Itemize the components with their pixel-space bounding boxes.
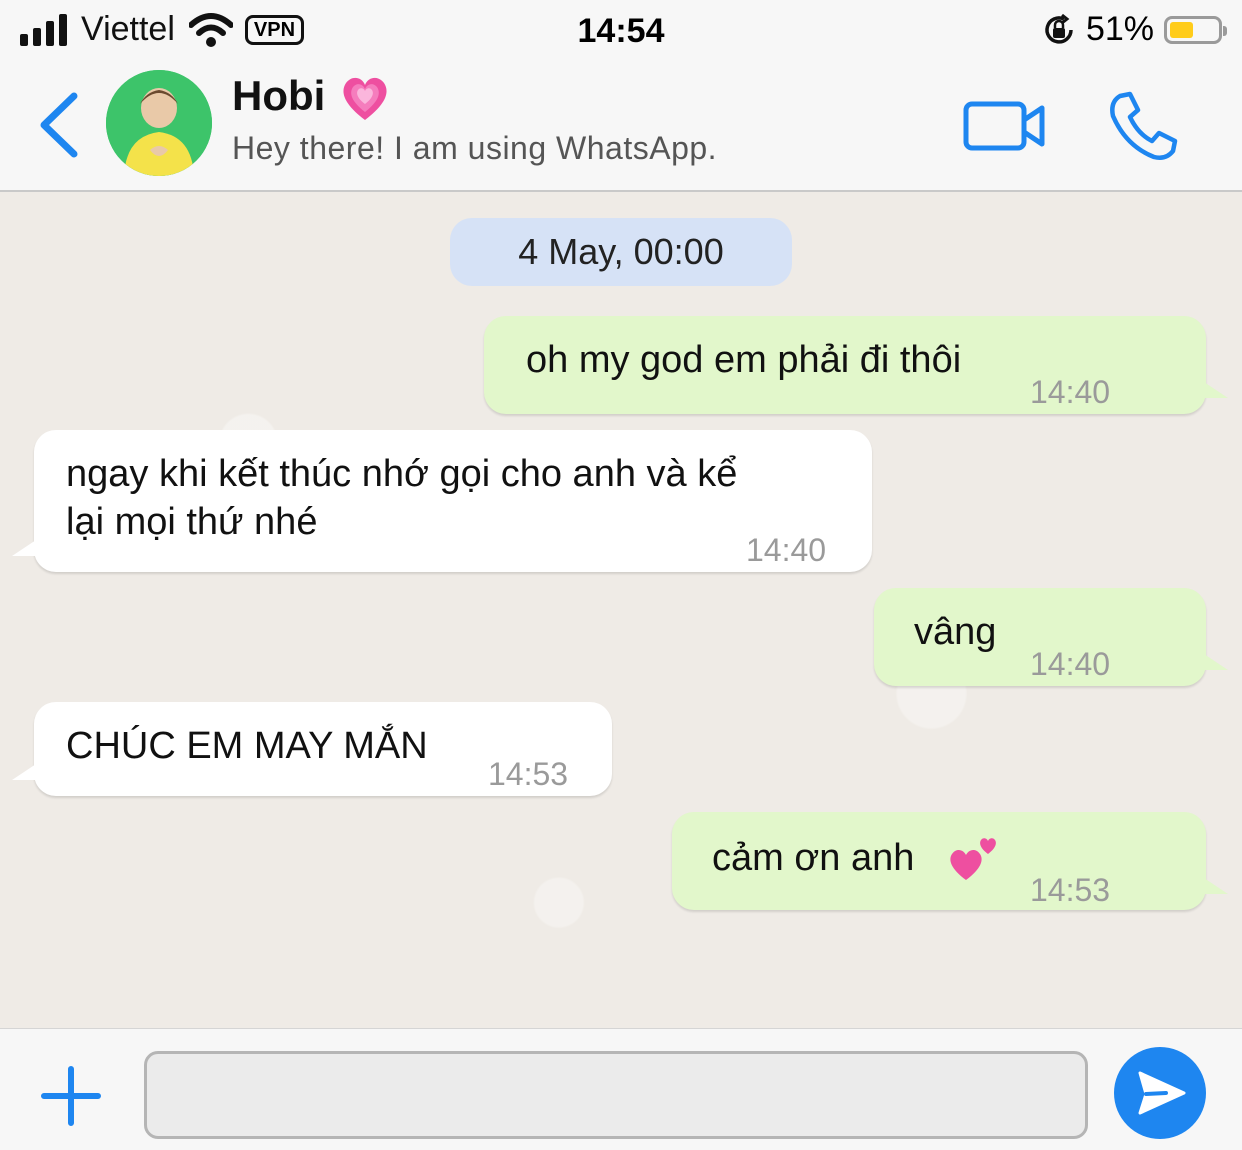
message-time: 14:40 — [1030, 374, 1111, 410]
bubble-tail — [12, 540, 36, 556]
message-bubble-incoming[interactable]: CHÚC EM MAY MẮN 14:53 — [34, 702, 612, 796]
message-text: CHÚC EM MAY MẮN — [66, 725, 428, 767]
bubble-tail — [1204, 382, 1228, 398]
send-button[interactable] — [1114, 1047, 1206, 1139]
growing-heart-emoji-icon — [343, 77, 387, 120]
bubble-tail — [1204, 878, 1228, 894]
orientation-lock-icon — [1045, 13, 1073, 44]
contact-status: Hey there! I am using WhatsApp. — [232, 130, 718, 166]
message-time: 14:40 — [746, 532, 827, 568]
back-chevron-icon[interactable] — [34, 90, 84, 160]
message-bubble-outgoing[interactable]: oh my god em phải đi thôi 14:40 — [484, 316, 1206, 414]
bubble-tail — [1204, 654, 1228, 670]
message-text-line: ngay khi kết thúc nhớ gọi cho anh và kể — [66, 453, 738, 495]
message-time: 14:53 — [1030, 872, 1111, 908]
message-text: oh my god em phải đi thôi — [526, 339, 962, 381]
date-separator: 4 May, 00:00 — [450, 218, 792, 286]
send-arrow-icon — [1138, 1071, 1186, 1115]
message-bubble-incoming[interactable]: ngay khi kết thúc nhớ gọi cho anh và kể … — [34, 430, 872, 572]
battery-icon — [1164, 15, 1227, 44]
contact-name[interactable]: Hobi — [232, 72, 325, 120]
message-text-line: lại mọi thứ nhé — [66, 501, 318, 543]
two-hearts-emoji-icon — [950, 838, 996, 880]
message-text: cảm ơn anh — [712, 837, 915, 879]
plus-icon[interactable] — [40, 1065, 102, 1127]
battery-percent: 51% — [1085, 10, 1154, 48]
status-bar: Viettel VPN 14:54 51% — [0, 0, 1242, 62]
message-input[interactable] — [144, 1051, 1088, 1139]
composer-bar — [0, 1028, 1242, 1150]
message-bubble-outgoing[interactable]: cảm ơn anh 14:53 — [672, 812, 1206, 910]
video-call-icon[interactable] — [962, 98, 1048, 154]
message-text: vâng — [914, 611, 997, 653]
avatar[interactable] — [106, 70, 212, 176]
message-time: 14:40 — [1030, 646, 1111, 682]
message-bubble-outgoing[interactable]: vâng 14:40 — [874, 588, 1206, 686]
message-time: 14:53 — [488, 756, 569, 792]
contact-photo — [106, 70, 212, 176]
message-list[interactable]: 4 May, 00:00 oh my god em phải đi thôi 1… — [0, 192, 1242, 1028]
phone-icon[interactable] — [1106, 90, 1180, 162]
bubble-tail — [12, 764, 36, 780]
chat-header: Hobi Hey there! I am using WhatsApp. — [0, 62, 1242, 192]
